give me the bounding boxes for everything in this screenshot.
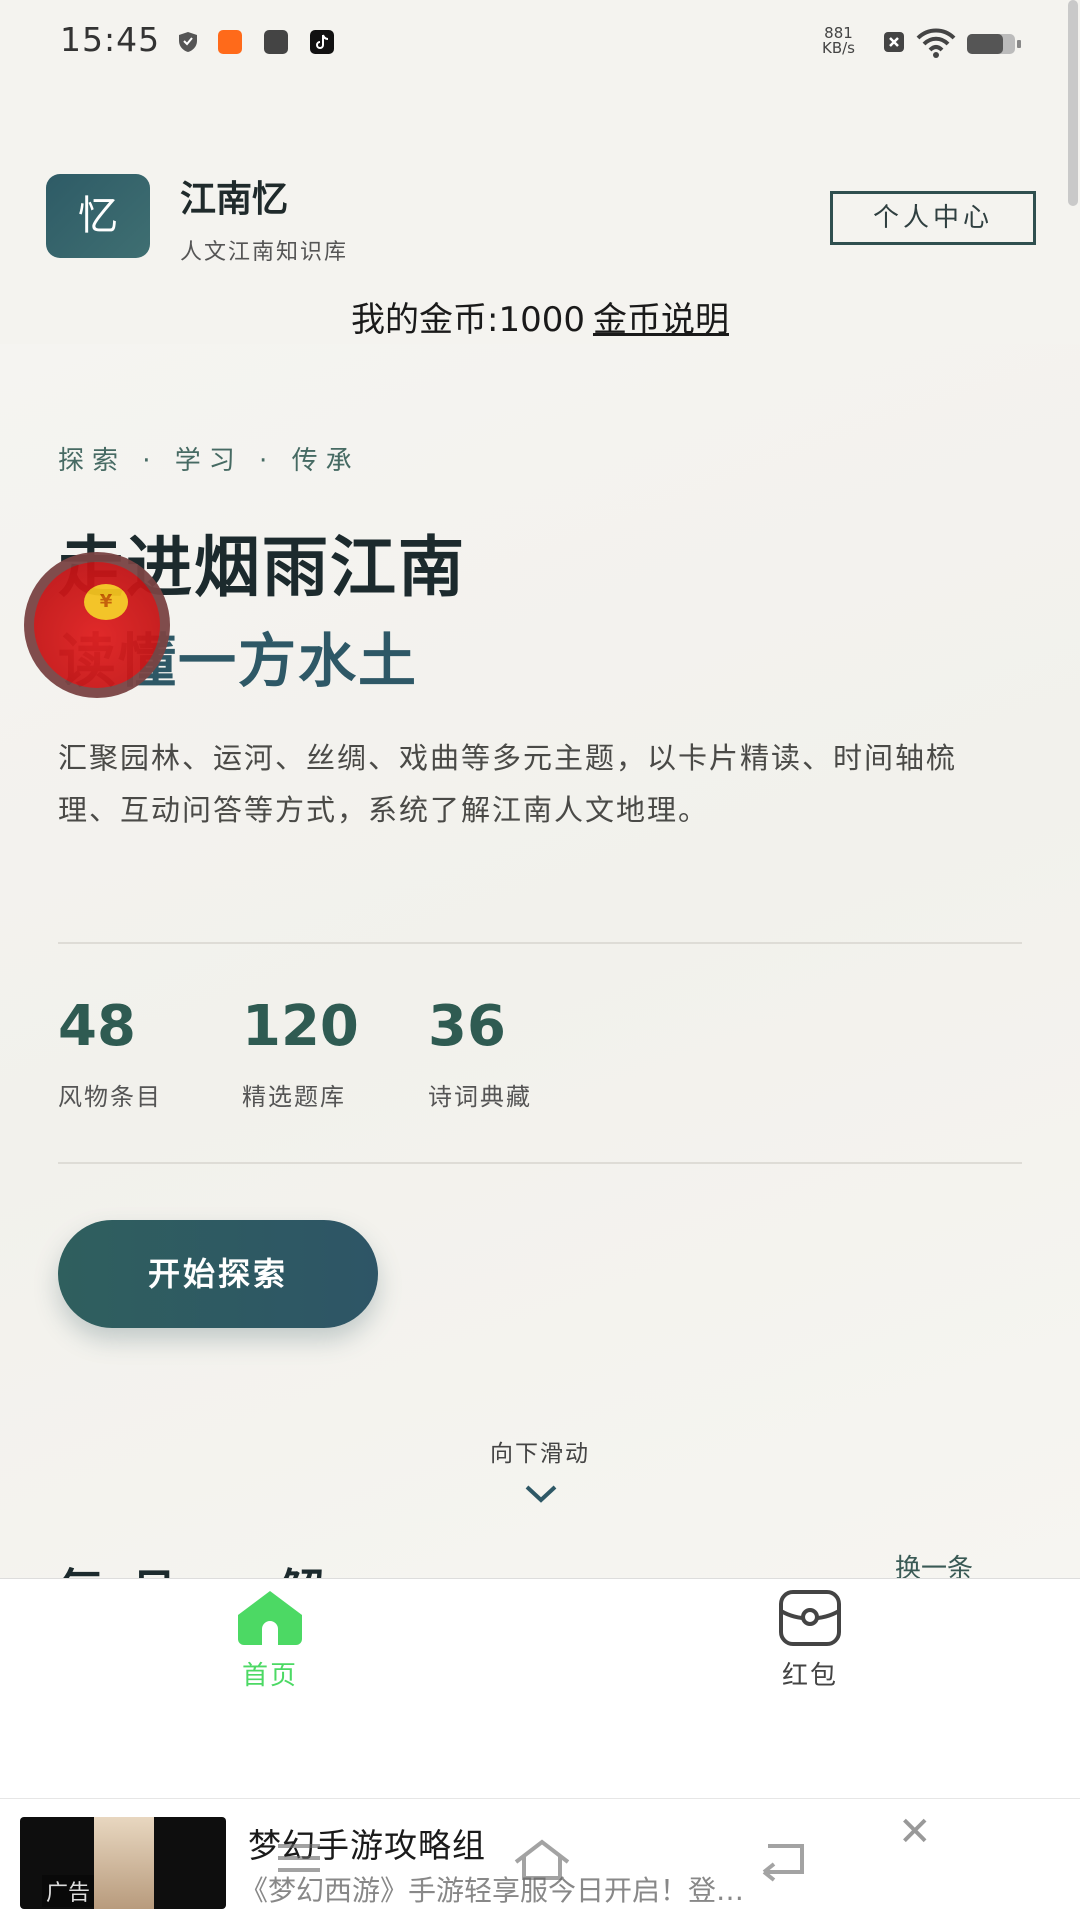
- wifi-icon: [916, 28, 956, 58]
- refresh-button[interactable]: 换一条: [895, 1548, 973, 1578]
- app-kuaishou-icon: [218, 30, 242, 54]
- close-icon[interactable]: ✕: [898, 1809, 932, 1855]
- coin-balance: 我的金币:1000 金币说明: [0, 292, 1080, 341]
- status-time: 15:45: [60, 20, 161, 59]
- stat-value: 48: [58, 994, 136, 1059]
- stat-label: 诗词典藏: [428, 1083, 532, 1111]
- hero-section: 探索 · 学习 · 传承 走进烟雨江南 读懂一方水土 汇聚园林、运河、丝绸、戏曲…: [0, 344, 1080, 1578]
- chevron-down-icon: [525, 1485, 557, 1503]
- floating-red-packet[interactable]: ¥: [24, 552, 170, 698]
- home-nav-icon[interactable]: [512, 1838, 572, 1882]
- bottom-nav: 首页 红包: [0, 1578, 1080, 1799]
- stat-entries: 48 风物条目: [58, 994, 162, 1112]
- divider: [58, 1162, 1022, 1164]
- scrollbar[interactable]: [1068, 0, 1078, 206]
- stat-value: 120: [242, 994, 359, 1059]
- nav-label-red-packet: 红包: [781, 1661, 838, 1691]
- ad-thumbnail-image: [94, 1817, 154, 1909]
- shield-icon: [179, 32, 197, 52]
- ad-tag: 广告: [42, 1875, 95, 1907]
- tiktok-icon: [310, 30, 334, 54]
- daily-section-title: 每日一解: [58, 1554, 354, 1578]
- sim-off-icon: [884, 32, 904, 52]
- red-packet-icon: [779, 1590, 841, 1646]
- stat-poems: 36 诗词典藏: [428, 994, 532, 1112]
- battery-icon: [967, 34, 1021, 54]
- stat-label: 风物条目: [58, 1083, 162, 1111]
- app-subtitle: 人文江南知识库: [180, 240, 349, 265]
- message-icon: [264, 30, 288, 54]
- net-speed: 881 KB/s: [822, 26, 855, 56]
- stat-value: 36: [428, 994, 506, 1059]
- menu-icon[interactable]: [274, 1838, 324, 1878]
- start-explore-button[interactable]: 开始探索: [58, 1220, 378, 1328]
- nav-label-home: 首页: [241, 1661, 298, 1691]
- scroll-hint: 向下滑动: [490, 1441, 590, 1467]
- hero-tagline: 探索 · 学习 · 传承: [58, 446, 360, 476]
- stat-label: 精选题库: [242, 1083, 346, 1111]
- back-icon[interactable]: [754, 1838, 810, 1882]
- profile-center-button[interactable]: 个人中心: [830, 191, 1036, 245]
- divider: [58, 942, 1022, 944]
- app-name: 江南忆: [180, 179, 289, 220]
- app-logo: 忆: [46, 174, 150, 258]
- app-header: 忆 江南忆 人文江南知识库 个人中心 我的金币:1000 金币说明: [0, 86, 1080, 345]
- ad-thumbnail: 广告: [20, 1817, 226, 1909]
- nav-item-red-packet[interactable]: 红包: [740, 1589, 880, 1692]
- coin-balance-label: 我的金币:1000: [351, 300, 585, 340]
- stat-questions: 120 精选题库: [242, 994, 359, 1112]
- net-speed-unit: KB/s: [822, 39, 855, 57]
- red-packet-icon: ¥: [34, 562, 160, 688]
- home-icon: [238, 1591, 302, 1645]
- status-bar: 15:45 881 KB/s: [0, 0, 1080, 86]
- coin-icon: ¥: [84, 584, 128, 620]
- nav-item-home[interactable]: 首页: [200, 1589, 340, 1692]
- coin-help-link[interactable]: 金币说明: [593, 300, 729, 340]
- hero-description: 汇聚园林、运河、丝绸、戏曲等多元主题，以卡片精读、时间轴梳理、互动问答等方式，系…: [58, 741, 958, 827]
